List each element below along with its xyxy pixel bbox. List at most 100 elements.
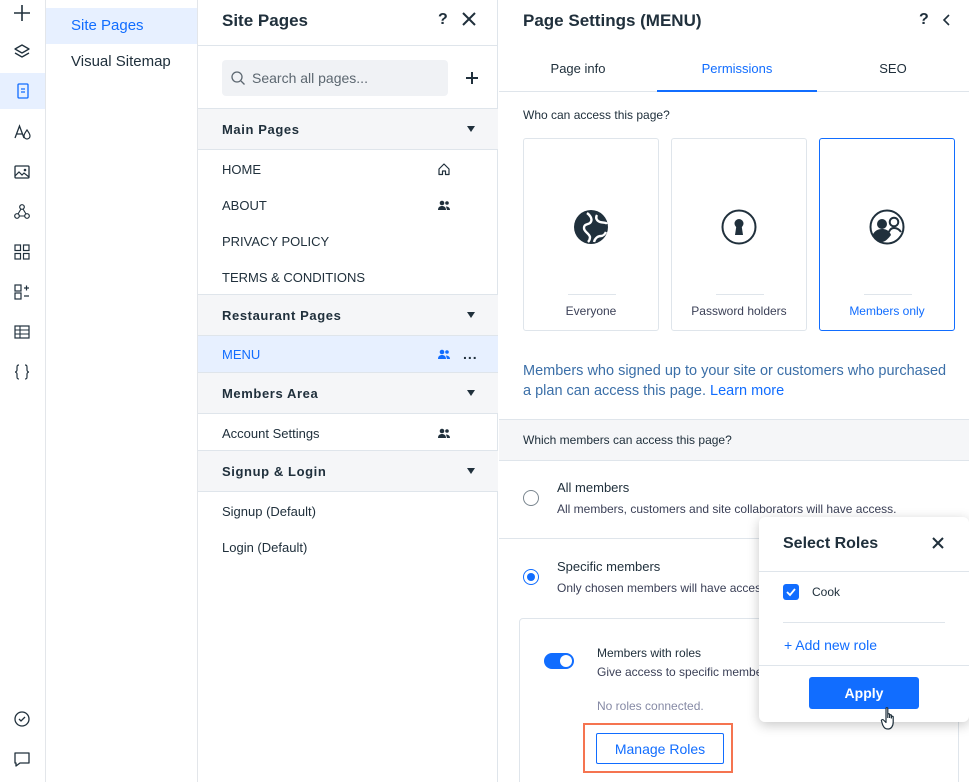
- page-row-menu[interactable]: MENU ...: [198, 336, 498, 372]
- role-label: Cook: [812, 585, 841, 599]
- page-label: MENU: [222, 347, 261, 362]
- section-signup-login[interactable]: Signup & Login: [198, 450, 498, 492]
- checkmark-icon: [786, 588, 796, 597]
- settings-help-icon[interactable]: ?: [919, 11, 929, 29]
- roles-title: Members with roles: [597, 646, 702, 660]
- roles-toggle[interactable]: [544, 653, 574, 669]
- settings-tabs: Page info Permissions SEO: [499, 46, 969, 92]
- option-title: Specific members: [557, 559, 661, 574]
- select-roles-popup: Select Roles Cook + Add new role Apply: [759, 517, 969, 722]
- keyhole-icon: [721, 209, 757, 245]
- section-main-pages[interactable]: Main Pages: [198, 108, 498, 150]
- option-desc: Only chosen members will have access: [557, 581, 768, 595]
- card-divider: [568, 294, 616, 295]
- option-title: All members: [557, 480, 630, 495]
- search-box: [222, 60, 448, 96]
- search-input[interactable]: [252, 60, 442, 96]
- search-icon: [231, 71, 245, 85]
- members-icon: [438, 200, 450, 210]
- learn-more-link[interactable]: Learn more: [710, 383, 784, 399]
- globe-icon: [574, 210, 609, 244]
- apply-button[interactable]: Apply: [809, 677, 919, 709]
- tab-seo[interactable]: SEO: [817, 46, 969, 92]
- page-label: Account Settings: [222, 426, 320, 441]
- media-icon[interactable]: [11, 161, 33, 183]
- panel-title: Site Pages: [222, 11, 308, 30]
- access-label: Everyone: [565, 304, 617, 318]
- add-page-icon[interactable]: [462, 68, 482, 88]
- page-label: Login (Default): [222, 540, 308, 555]
- add-new-role-link[interactable]: + Add new role: [784, 637, 877, 653]
- popup-divider: [759, 571, 969, 572]
- help-icon[interactable]: ?: [438, 11, 448, 29]
- access-card-members-only[interactable]: Members only: [819, 138, 955, 331]
- access-label: Members only: [849, 304, 925, 318]
- page-row-signup[interactable]: Signup (Default): [198, 493, 498, 529]
- section-title: Members Area: [222, 386, 319, 401]
- left-toolbar: [0, 0, 46, 782]
- popup-divider: [783, 622, 945, 623]
- apps-icon[interactable]: [11, 201, 33, 223]
- popup-divider: [759, 665, 969, 666]
- site-pages-panel: Site Pages ? Main Pages HOME ABOUT PRIVA…: [198, 0, 498, 782]
- pages-icon[interactable]: [0, 73, 45, 109]
- page-label: ABOUT: [222, 198, 267, 213]
- roles-desc: Give access to specific members: [597, 665, 773, 679]
- chevron-left-icon[interactable]: [940, 13, 954, 27]
- pages-subnav: Site Pages Visual Sitemap: [46, 0, 198, 782]
- page-label: PRIVACY POLICY: [222, 234, 330, 249]
- caret-down-icon[interactable]: [467, 390, 475, 396]
- which-members-label: Which members can access this page?: [523, 433, 732, 447]
- page-row-login[interactable]: Login (Default): [198, 529, 498, 565]
- code-icon[interactable]: [11, 361, 33, 383]
- close-icon[interactable]: [931, 536, 945, 550]
- which-members-bar: Which members can access this page?: [499, 419, 969, 461]
- section-members-area[interactable]: Members Area: [198, 372, 498, 414]
- section-restaurant-pages[interactable]: Restaurant Pages: [198, 294, 498, 336]
- subnav-item-visual-sitemap[interactable]: Visual Sitemap: [46, 44, 197, 80]
- caret-down-icon[interactable]: [467, 312, 475, 318]
- check-icon[interactable]: [11, 708, 33, 730]
- page-label: HOME: [222, 162, 261, 177]
- tab-permissions[interactable]: Permissions: [657, 46, 817, 92]
- page-row-terms-conditions[interactable]: TERMS & CONDITIONS: [198, 259, 498, 295]
- radio-all-members[interactable]: [523, 490, 539, 506]
- members-icon: [438, 428, 450, 438]
- radio-specific-members[interactable]: [523, 569, 539, 585]
- page-label: Signup (Default): [222, 504, 316, 519]
- hand-cursor-icon: [880, 707, 894, 730]
- card-divider: [716, 294, 764, 295]
- grid-icon[interactable]: [11, 241, 33, 263]
- role-checkbox-cook[interactable]: [783, 584, 799, 600]
- page-row-privacy-policy[interactable]: PRIVACY POLICY: [198, 223, 498, 259]
- access-card-everyone[interactable]: Everyone: [523, 138, 659, 331]
- layers-icon[interactable]: [11, 41, 33, 63]
- no-roles-text: No roles connected.: [597, 699, 704, 713]
- members-icon: [438, 349, 450, 359]
- plus-icon[interactable]: [11, 2, 33, 24]
- access-card-password-holders[interactable]: Password holders: [671, 138, 807, 331]
- caret-down-icon[interactable]: [467, 126, 475, 132]
- theme-icon[interactable]: [11, 121, 33, 143]
- caret-down-icon[interactable]: [467, 468, 475, 474]
- section-title: Signup & Login: [222, 464, 327, 479]
- section-title: Restaurant Pages: [222, 308, 342, 323]
- more-actions-icon[interactable]: ...: [463, 346, 478, 362]
- table-icon[interactable]: [11, 321, 33, 343]
- home-icon: [438, 163, 450, 176]
- section-title: Main Pages: [222, 122, 300, 137]
- subnav-item-site-pages[interactable]: Site Pages: [46, 8, 197, 44]
- page-row-about[interactable]: ABOUT: [198, 187, 498, 223]
- page-row-account-settings[interactable]: Account Settings: [198, 415, 498, 451]
- close-icon[interactable]: [460, 10, 478, 28]
- business-icon[interactable]: [11, 281, 33, 303]
- members-circle-icon: [869, 209, 905, 245]
- page-label: TERMS & CONDITIONS: [222, 270, 366, 285]
- manage-roles-button[interactable]: Manage Roles: [596, 733, 724, 764]
- tab-page-info[interactable]: Page info: [499, 46, 657, 92]
- page-row-home[interactable]: HOME: [198, 151, 498, 187]
- settings-title: Page Settings (MENU): [523, 11, 702, 30]
- chat-icon[interactable]: [11, 748, 33, 770]
- access-info: Members who signed up to your site or cu…: [523, 361, 957, 401]
- card-divider: [864, 294, 912, 295]
